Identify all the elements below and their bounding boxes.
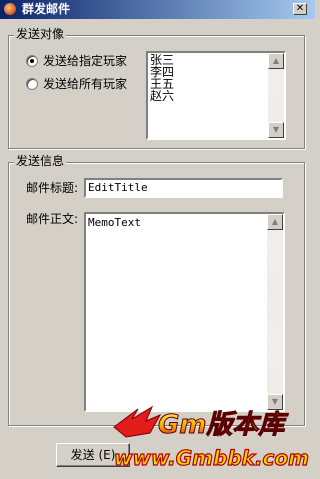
triangle-up-icon: ▲ xyxy=(272,56,280,65)
triangle-up-icon: ▲ xyxy=(271,217,279,226)
app-icon xyxy=(4,3,16,15)
send-button[interactable]: 发送 (E) xyxy=(56,443,130,467)
subject-label: 邮件标题: xyxy=(26,181,79,195)
radio-all-players[interactable]: 发送给所有玩家 xyxy=(26,76,144,92)
send-button-accelerator: (E) xyxy=(98,448,116,462)
body-label: 邮件正文: xyxy=(26,212,79,226)
subject-field[interactable]: EditTitle xyxy=(84,178,283,198)
send-button-label: 发送 xyxy=(70,448,95,462)
body-value: MemoText xyxy=(88,216,141,229)
watermark-url-text: www.Gmbbk.com xyxy=(114,446,309,470)
radio-label: 发送给指定玩家 xyxy=(43,54,128,68)
body-memo[interactable]: MemoText ▲ ▼ xyxy=(84,212,285,412)
close-button[interactable]: ✕ xyxy=(293,3,307,15)
scroll-up-button[interactable]: ▲ xyxy=(267,214,283,230)
title-bar[interactable]: 群发邮件 ✕ xyxy=(0,0,315,19)
radio-button[interactable] xyxy=(26,78,38,90)
triangle-down-icon: ▼ xyxy=(272,125,280,134)
radio-button[interactable] xyxy=(26,55,38,67)
scroll-up-button[interactable]: ▲ xyxy=(268,53,284,69)
window-title: 群发邮件 xyxy=(22,2,71,16)
message-group-legend: 发送信息 xyxy=(14,154,67,168)
memo-scrollbar[interactable]: ▲ ▼ xyxy=(267,214,283,410)
recipient-list: 张三 李四 王五 赵六 xyxy=(150,54,174,102)
scroll-down-button[interactable]: ▼ xyxy=(268,122,284,138)
close-icon: ✕ xyxy=(295,3,305,14)
mass-mail-dialog: 群发邮件 ✕ 发送对像 发送给指定玩家 发送给所有玩家 张三 李四 王五 赵六 … xyxy=(0,0,315,479)
radio-specific-players[interactable]: 发送给指定玩家 xyxy=(26,53,144,69)
radio-label: 发送给所有玩家 xyxy=(43,77,128,91)
triangle-down-icon: ▼ xyxy=(271,397,279,406)
subject-value: EditTitle xyxy=(88,181,148,194)
listbox-scrollbar[interactable]: ▲ ▼ xyxy=(268,53,284,138)
recipients-group-legend: 发送对像 xyxy=(14,27,67,41)
list-item[interactable]: 赵六 xyxy=(150,90,174,102)
recipient-listbox[interactable]: 张三 李四 王五 赵六 ▲ ▼ xyxy=(146,51,286,140)
scroll-down-button[interactable]: ▼ xyxy=(267,394,283,410)
radio-selected-dot xyxy=(30,59,34,63)
